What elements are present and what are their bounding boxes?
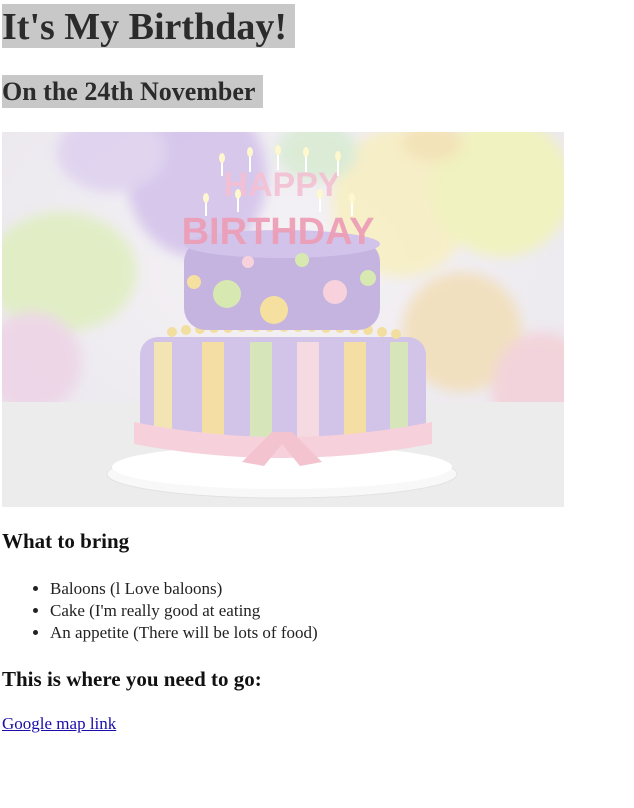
list-item: Cake (I'm really good at eating (50, 600, 318, 622)
list-item: An appetite (There will be lots of food) (50, 622, 318, 644)
page-title: It's My Birthday! (2, 4, 295, 48)
google-map-link[interactable]: Google map link (2, 714, 116, 734)
what-to-bring-heading: What to bring (2, 529, 130, 553)
directions-heading: This is where you need to go: (2, 667, 262, 691)
what-to-bring-list: Baloons (l Love baloons) Cake (I'm reall… (2, 578, 318, 644)
page: It's My Birthday! On the 24th November H… (0, 0, 634, 808)
page-subtitle: On the 24th November (2, 75, 264, 108)
list-item: Baloons (l Love baloons) (50, 578, 318, 600)
birthday-cake-image: HAPPY BIRTHDAY (2, 132, 564, 507)
